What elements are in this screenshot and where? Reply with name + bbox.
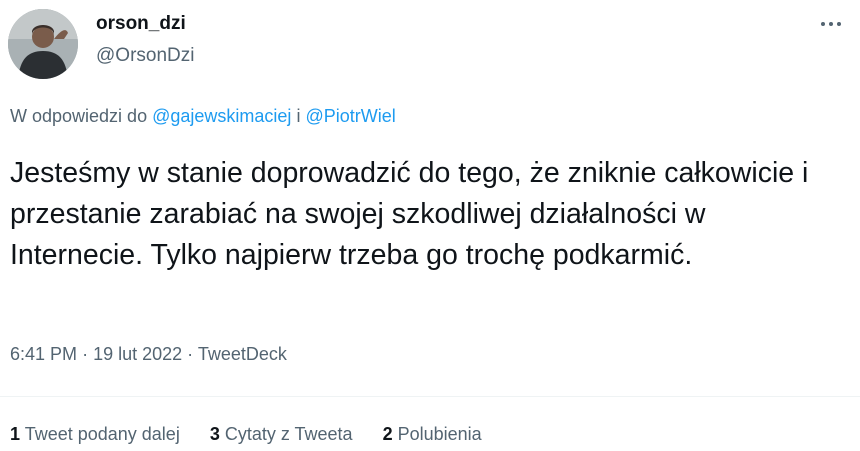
more-horizontal-icon-dot bbox=[829, 22, 833, 26]
tweet-date[interactable]: 19 lut 2022 bbox=[93, 344, 182, 364]
reply-context: W odpowiedzi do @gajewskimaciej i @Piotr… bbox=[10, 106, 396, 127]
tweet-stats: 1 Tweet podany dalej 3 Cytaty z Tweeta 2… bbox=[10, 424, 482, 445]
author-name[interactable]: orson_dzi bbox=[96, 13, 186, 35]
author-handle[interactable]: @OrsonDzi bbox=[96, 45, 194, 67]
retweets-label: Tweet podany dalej bbox=[24, 424, 180, 444]
likes-count: 2 bbox=[382, 424, 393, 444]
tweet-text: Jesteśmy w stanie doprowadzić do tego, ż… bbox=[10, 157, 809, 271]
avatar-photo bbox=[8, 9, 78, 79]
retweets-count: 1 bbox=[10, 424, 21, 444]
likes-label: Polubienia bbox=[397, 424, 482, 444]
quotes-count: 3 bbox=[209, 424, 220, 444]
reply-user-link[interactable]: @PiotrWiel bbox=[305, 106, 395, 126]
more-horizontal-icon bbox=[821, 22, 825, 26]
meta-separator: · bbox=[187, 344, 194, 364]
meta-separator: · bbox=[82, 344, 89, 364]
more-options-button[interactable] bbox=[816, 12, 846, 36]
retweets-stat[interactable]: 1 Tweet podany dalej bbox=[10, 424, 180, 445]
tweet-meta: 6:41 PM · 19 lut 2022 · TweetDeck bbox=[10, 344, 287, 365]
more-horizontal-icon-dot bbox=[837, 22, 841, 26]
avatar[interactable] bbox=[8, 9, 78, 79]
reply-joiner: i bbox=[296, 106, 301, 126]
quotes-label: Cytaty z Tweeta bbox=[224, 424, 353, 444]
tweet-time[interactable]: 6:41 PM bbox=[10, 344, 77, 364]
tweet-source[interactable]: TweetDeck bbox=[198, 344, 287, 364]
quotes-stat[interactable]: 3 Cytaty z Tweeta bbox=[210, 424, 353, 445]
reply-prefix: W odpowiedzi do bbox=[10, 106, 148, 126]
likes-stat[interactable]: 2 Polubienia bbox=[383, 424, 482, 445]
divider bbox=[0, 396, 860, 397]
reply-user-link[interactable]: @gajewskimaciej bbox=[152, 106, 291, 126]
